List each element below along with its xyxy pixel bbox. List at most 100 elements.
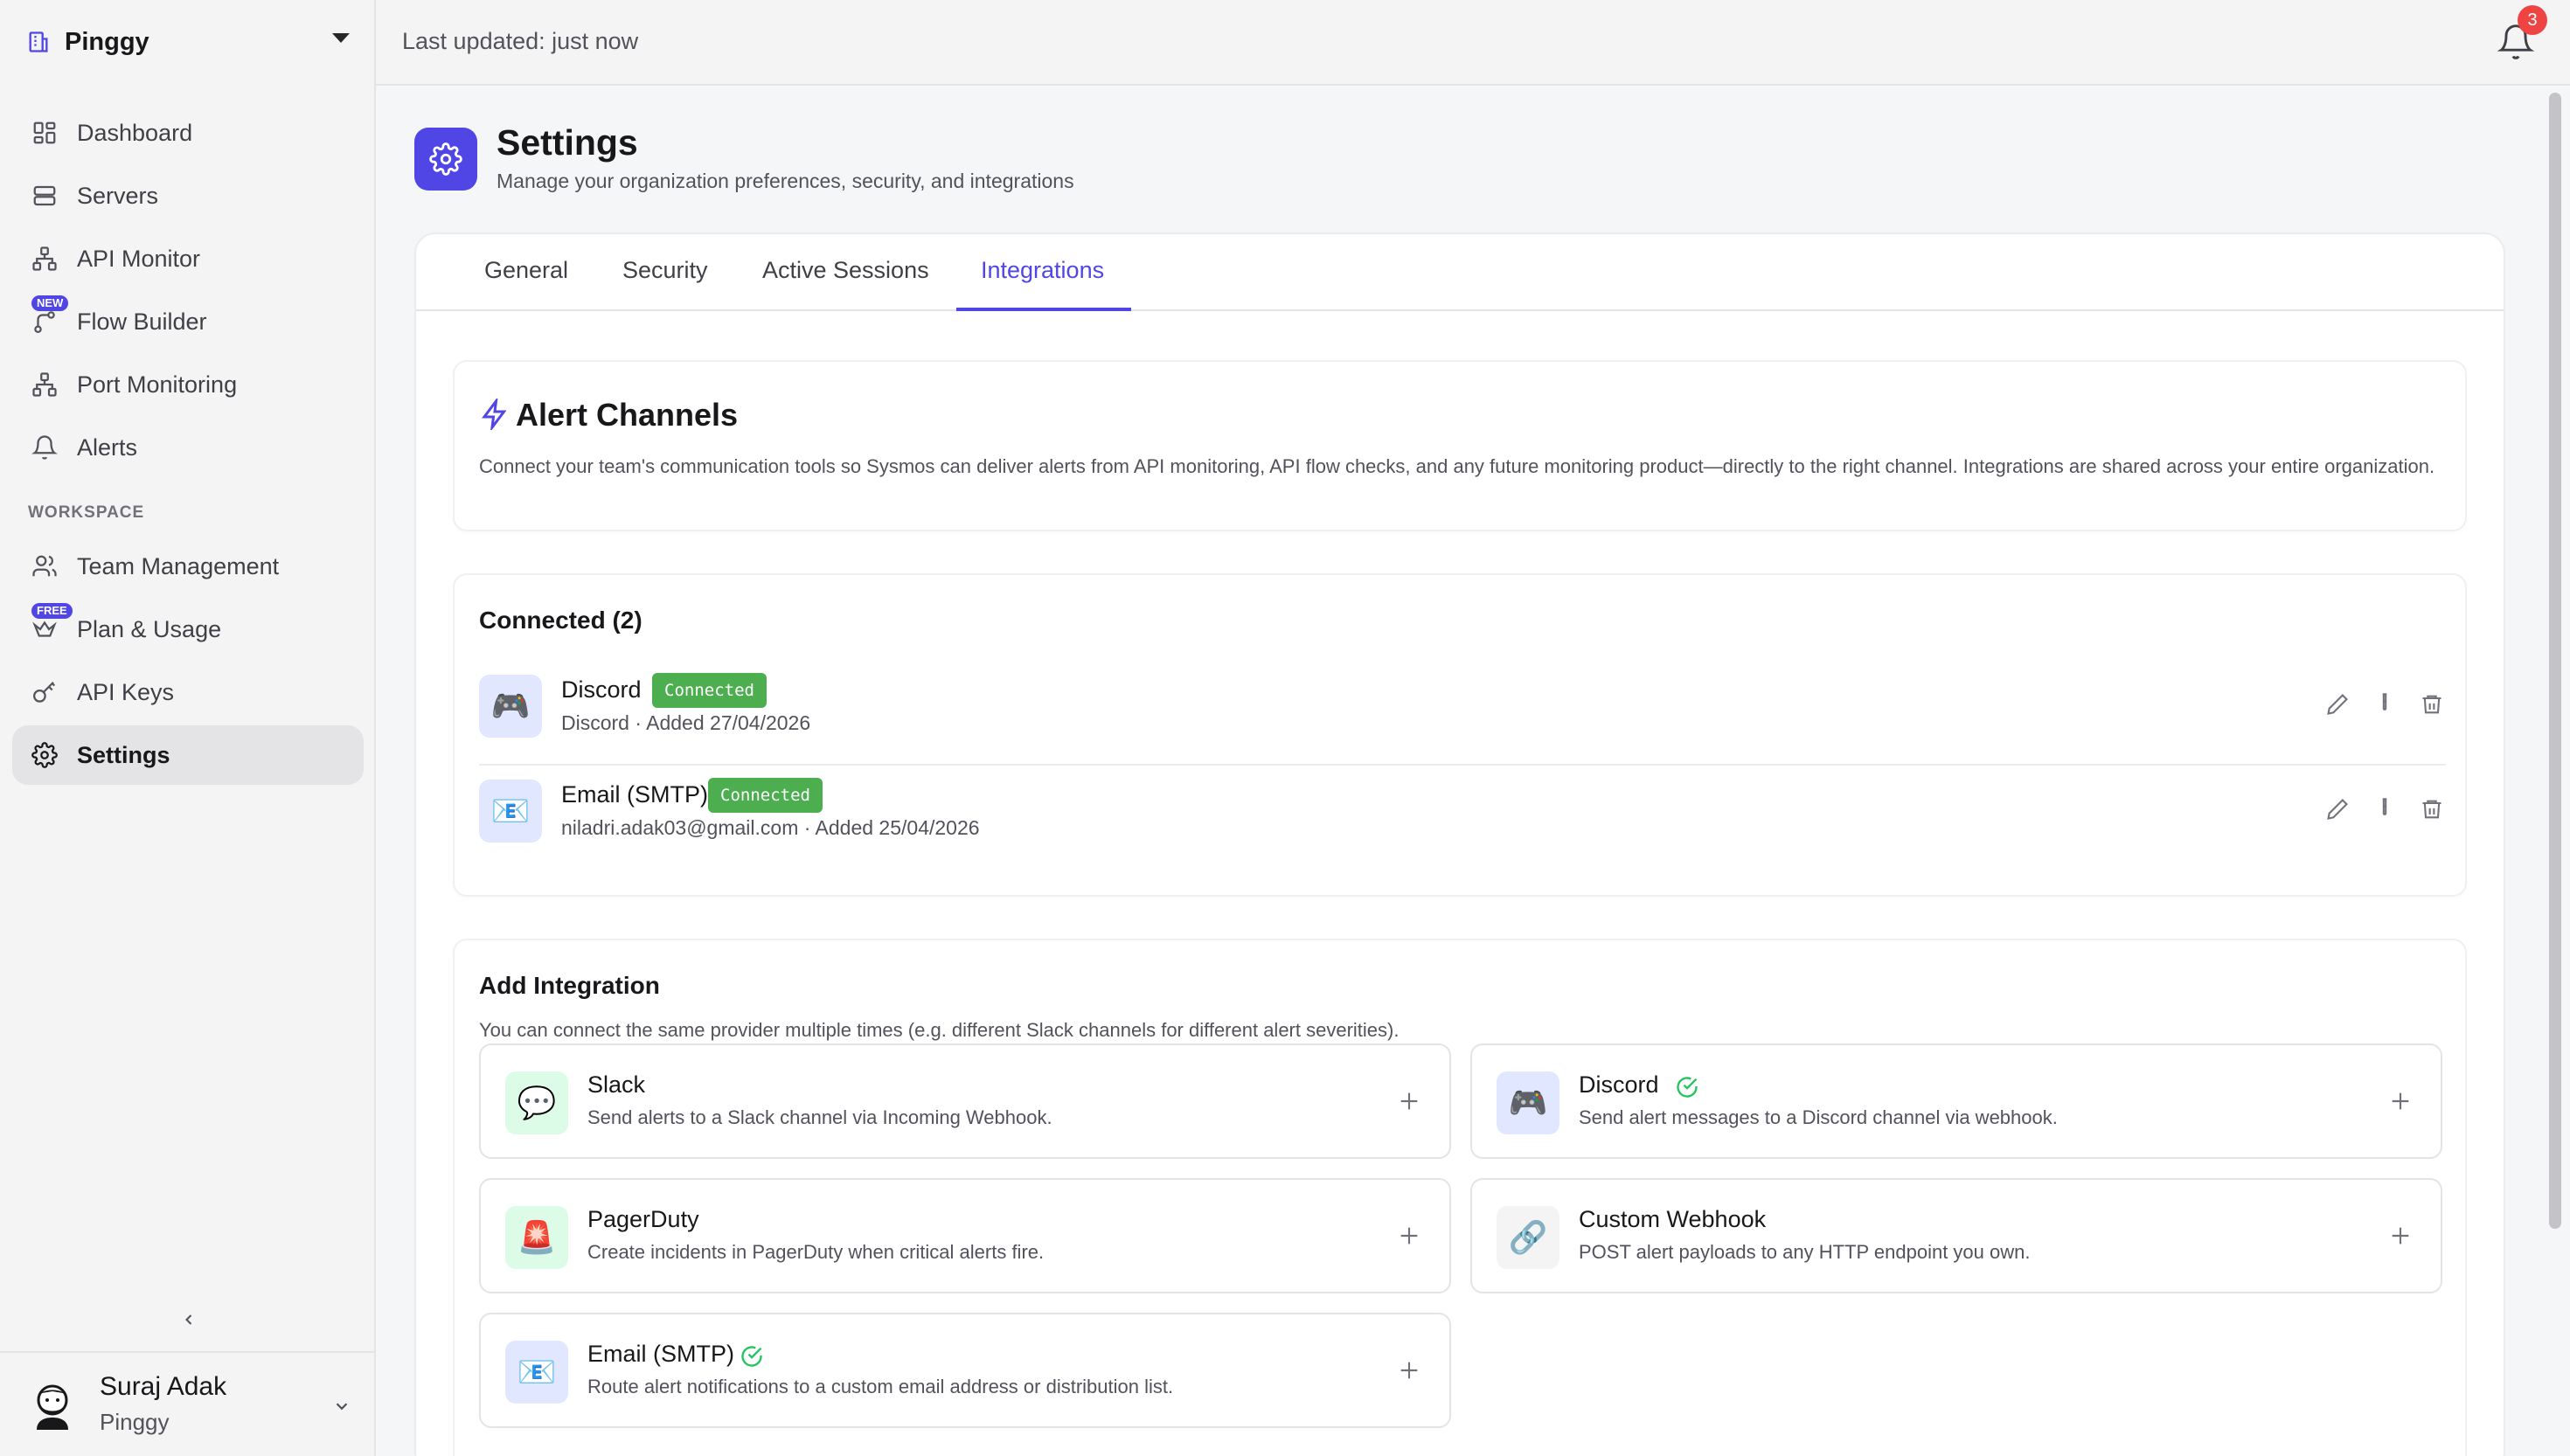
sidebar-item-label: Team Management: [77, 552, 280, 579]
sidebar-item-label: Servers: [77, 182, 159, 209]
connected-item-name: Discord: [561, 676, 642, 703]
connected-item-email: 📧 Email (SMTP) Connected niladri.adak03@…: [479, 767, 2446, 870]
port-monitoring-icon: [32, 372, 57, 397]
connected-item-meta: niladri.adak03@gmail.com · Added 25/04/2…: [561, 816, 980, 839]
gear-icon: [31, 742, 58, 768]
sidebar-item-label: Flow Builder: [77, 308, 207, 335]
tab-active-sessions[interactable]: Active Sessions: [762, 257, 929, 284]
tab-security[interactable]: Security: [622, 257, 708, 284]
alert-channels-title: Alert Channels: [516, 397, 739, 433]
team-icon: [32, 555, 57, 577]
page-subtitle: Manage your organization preferences, se…: [497, 170, 1074, 192]
dashboard-icon: [33, 121, 56, 144]
add-integration-heading: Add Integration: [479, 972, 660, 999]
org-switcher[interactable]: Pinggy: [26, 24, 350, 59]
connected-item-meta: Discord · Added 27/04/2026: [561, 711, 811, 734]
connected-item-discord: 🎮 Discord Connected Discord · Added 27/0…: [479, 662, 2446, 766]
avatar: [37, 1384, 68, 1430]
chevron-down-icon: [336, 1403, 348, 1411]
integration-card-pagerduty[interactable]: 🚨 PagerDuty Create incidents in PagerDut…: [479, 1178, 1451, 1293]
page-scrollbar[interactable]: [2546, 87, 2565, 1456]
trash-icon[interactable]: [2418, 690, 2446, 718]
free-badge: FREE: [31, 603, 73, 619]
integration-card-email[interactable]: 📧 Email (SMTP) Route alert notifications…: [479, 1313, 1451, 1428]
integration-name: PagerDuty: [587, 1206, 699, 1232]
key-icon: [33, 681, 56, 703]
sidebar-item-team-management[interactable]: Team Management: [12, 537, 364, 596]
email-icon: 📧: [479, 780, 542, 842]
sidebar-item-api-keys[interactable]: API Keys: [12, 662, 364, 722]
integration-card-discord[interactable]: 🎮 Discord Send alert messages to a Disco…: [1470, 1043, 2442, 1159]
last-updated-text: Last updated: just now: [402, 28, 639, 54]
integration-description: Route alert notifications to a custom em…: [587, 1376, 1174, 1397]
collapse-sidebar-button[interactable]: [175, 1306, 203, 1334]
slack-icon: 💬: [505, 1071, 568, 1134]
plus-icon[interactable]: [1395, 1087, 1423, 1115]
lightning-icon: [482, 399, 507, 430]
plan-icon: [32, 621, 57, 637]
active-tab-indicator: [956, 308, 1131, 311]
integration-card-custom-webhook[interactable]: 🔗 Custom Webhook POST alert payloads to …: [1470, 1178, 2442, 1293]
plus-icon[interactable]: [2386, 1087, 2414, 1115]
tab-general[interactable]: General: [484, 257, 568, 284]
integration-name: Slack: [587, 1071, 646, 1098]
email-icon: 📧: [505, 1341, 568, 1404]
connected-panel: Connected (2) 🎮 Discord Connected Discor…: [453, 573, 2467, 897]
sidebar-item-api-monitor[interactable]: API Monitor: [12, 229, 364, 288]
plus-icon[interactable]: [1395, 1222, 1423, 1250]
integration-name: Email (SMTP): [587, 1341, 734, 1367]
discord-icon: 🎮: [1497, 1071, 1559, 1134]
sidebar-item-label: Alerts: [77, 433, 138, 461]
integration-description: Send alerts to a Slack channel via Incom…: [587, 1106, 1052, 1128]
sidebar-item-label: API Monitor: [77, 245, 201, 272]
sidebar-item-alerts[interactable]: Alerts: [12, 418, 364, 477]
plus-icon[interactable]: [1395, 1356, 1423, 1384]
tab-integrations[interactable]: Integrations: [981, 257, 1104, 284]
sidebar-item-dashboard[interactable]: Dashboard: [12, 103, 364, 163]
discord-icon: 🎮: [479, 675, 542, 738]
new-badge: NEW: [31, 295, 69, 311]
bell-icon: [31, 435, 58, 460]
connected-status-badge: Connected: [708, 778, 823, 813]
sidebar-item-servers[interactable]: Servers: [12, 166, 364, 225]
integration-card-slack[interactable]: 💬 Slack Send alerts to a Slack channel v…: [479, 1043, 1451, 1159]
connected-heading: Connected (2): [479, 607, 642, 634]
gear-icon: [429, 142, 462, 176]
flow-builder-icon: [34, 311, 55, 333]
user-menu[interactable]: Suraj Adak Pinggy: [0, 1351, 374, 1456]
connected-item-actions: [2323, 690, 2446, 718]
user-name: Suraj Adak: [100, 1372, 227, 1401]
scrollbar-thumb[interactable]: [2549, 93, 2561, 1229]
trash-icon[interactable]: [2418, 795, 2446, 823]
test-icon[interactable]: [2371, 690, 2399, 718]
user-org: Pinggy: [100, 1409, 170, 1435]
org-name: Pinggy: [65, 27, 149, 56]
caret-down-icon[interactable]: [332, 33, 350, 43]
settings-page-icon: [414, 128, 477, 191]
edit-icon[interactable]: [2323, 795, 2351, 823]
sidebar-item-plan-usage[interactable]: FREE Plan & Usage: [12, 600, 364, 659]
sidebar-nav: Dashboard Servers API Monitor NEW Flow B…: [12, 103, 364, 788]
api-monitor-icon: [32, 246, 57, 271]
test-icon[interactable]: [2371, 795, 2399, 823]
topbar: Last updated: just now 3: [376, 0, 2570, 86]
page-title: Settings: [497, 122, 638, 163]
sidebar-item-label: Dashboard: [77, 119, 193, 146]
add-integration-panel: Add Integration You can connect the same…: [453, 939, 2467, 1456]
sidebar-item-port-monitoring[interactable]: Port Monitoring: [12, 355, 364, 414]
webhook-icon: 🔗: [1497, 1206, 1559, 1269]
sidebar-item-label: Port Monitoring: [77, 371, 238, 398]
connected-status-badge: Connected: [652, 673, 767, 708]
edit-icon[interactable]: [2323, 690, 2351, 718]
settings-card: General Security Active Sessions Integra…: [414, 232, 2505, 1456]
integration-description: Create incidents in PagerDuty when criti…: [587, 1241, 1045, 1263]
connected-item-actions: [2323, 795, 2446, 823]
integration-name: Custom Webhook: [1579, 1206, 1767, 1232]
settings-tabs: General Security Active Sessions Integra…: [416, 234, 2504, 311]
sidebar-item-label: API Keys: [77, 678, 175, 705]
plus-icon[interactable]: [2386, 1222, 2414, 1250]
notification-count-badge: 3: [2518, 5, 2547, 35]
sidebar-item-flow-builder[interactable]: NEW Flow Builder: [12, 292, 364, 351]
chevron-left-icon: [185, 1314, 192, 1325]
sidebar-item-settings[interactable]: Settings: [12, 725, 364, 785]
